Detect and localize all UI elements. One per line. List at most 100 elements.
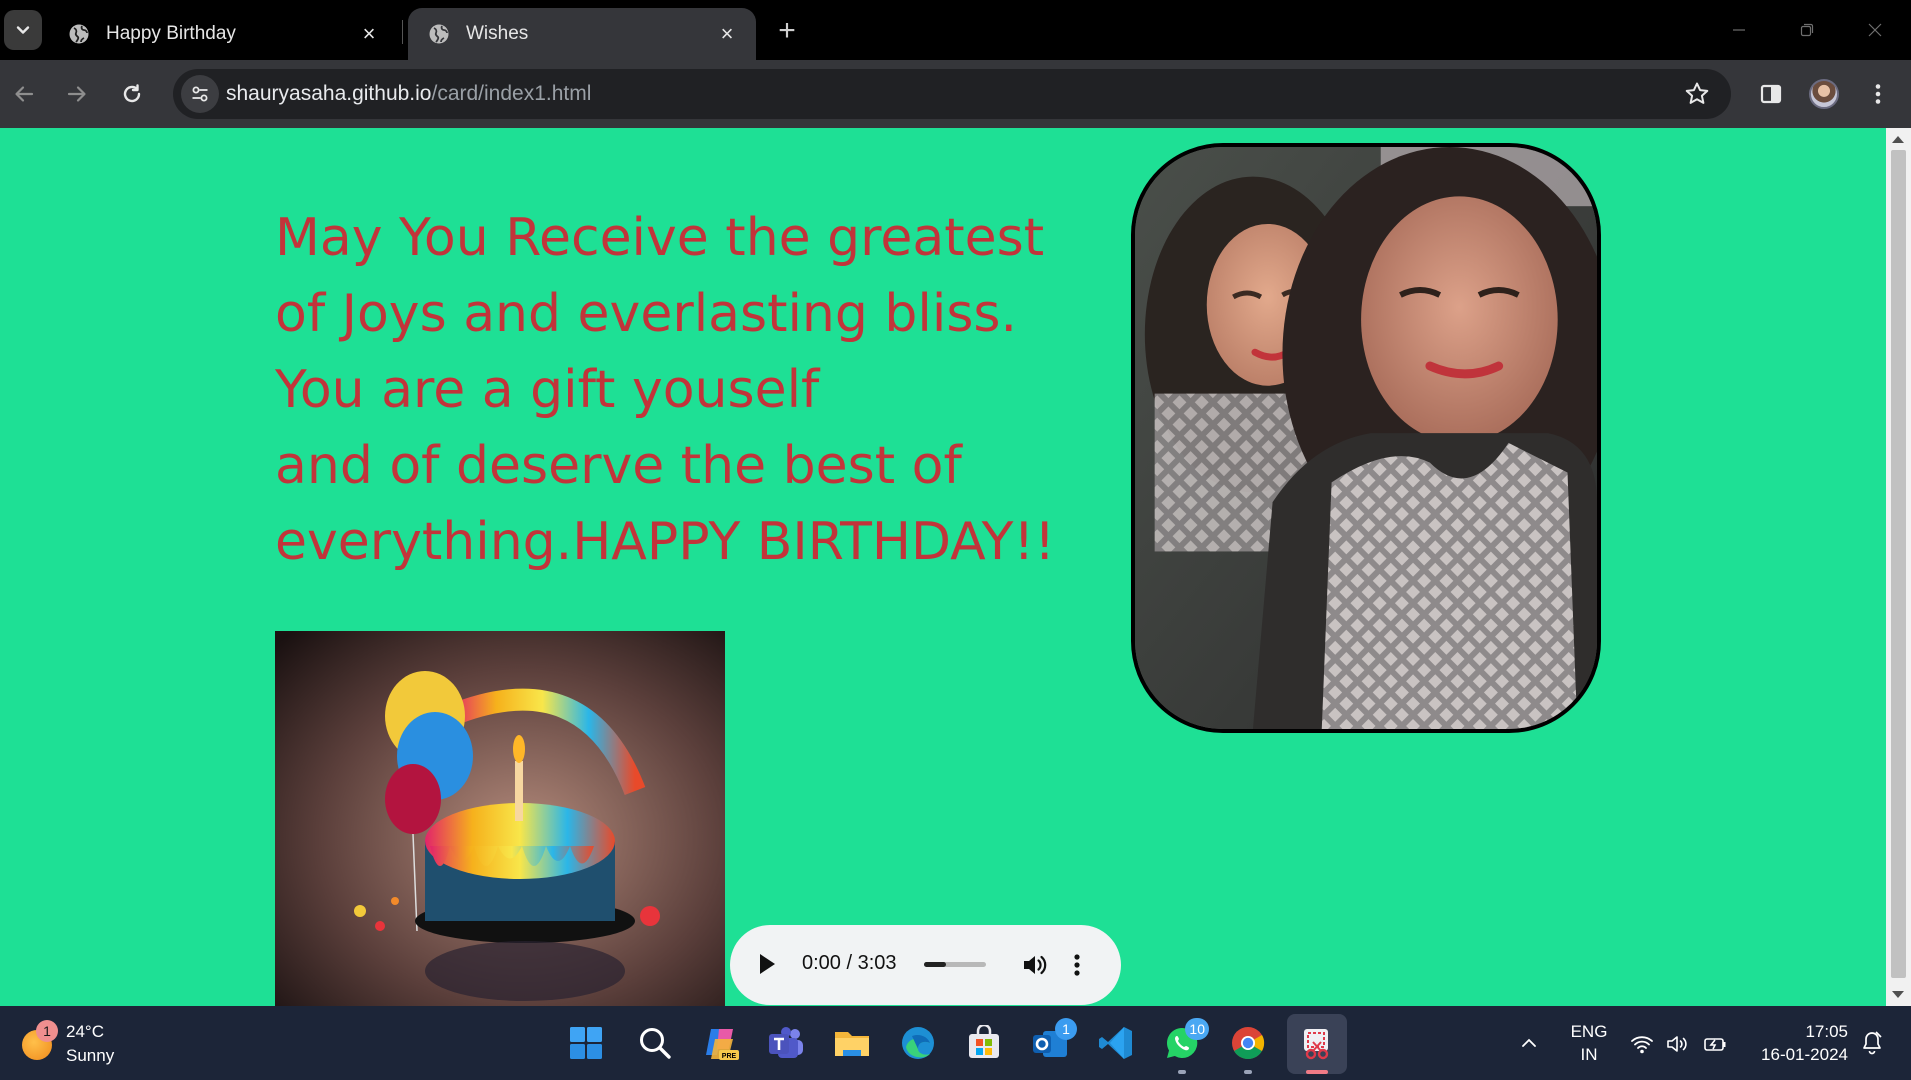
wish-line: and of deserve the best of	[275, 436, 962, 496]
audio-time: 0:00 / 3:03	[802, 952, 897, 974]
tab-separator	[402, 20, 403, 44]
copilot-button[interactable]: PRE	[700, 1022, 742, 1064]
file-explorer-icon	[835, 1032, 869, 1056]
start-button[interactable]	[565, 1022, 607, 1064]
search-button[interactable]	[634, 1022, 676, 1064]
whatsapp-button[interactable]: 10	[1161, 1018, 1209, 1074]
wish-line: You are a gift youself	[275, 360, 820, 420]
scroll-down-arrow-icon[interactable]	[1892, 991, 1904, 998]
arrow-left-icon	[15, 86, 34, 102]
teams-button[interactable]	[765, 1022, 807, 1064]
system-clock[interactable]: 17:05 16-01-2024	[1748, 1020, 1848, 1066]
page-viewport: May You Receive the greatest of Joys and…	[0, 128, 1886, 1006]
clock-time: 17:05	[1805, 1022, 1848, 1041]
speaker-icon[interactable]	[1665, 1032, 1689, 1056]
tab-happy-birthday[interactable]: Happy Birthday ×	[48, 8, 398, 60]
scrollbar-thumb[interactable]	[1891, 150, 1906, 978]
running-indicator	[1306, 1070, 1328, 1074]
address-bar[interactable]: shauryasaha.github.io/card/index1.html	[173, 69, 1731, 119]
store-button[interactable]	[963, 1022, 1005, 1064]
chevron-down-icon	[16, 26, 30, 34]
audio-seek-fill	[924, 962, 946, 967]
weather-condition: Sunny	[66, 1046, 115, 1065]
volume-icon[interactable]	[1020, 951, 1048, 979]
minimize-button[interactable]	[1707, 8, 1771, 52]
site-info-button[interactable]	[181, 75, 219, 113]
outlook-badge: 1	[1055, 1018, 1077, 1040]
language-line1: ENG	[1570, 1022, 1608, 1041]
tab-wishes[interactable]: Wishes ×	[408, 8, 756, 60]
whatsapp-badge: 10	[1185, 1018, 1209, 1040]
chrome-icon	[1232, 1027, 1265, 1060]
birthday-cake-image	[275, 631, 725, 1006]
vscode-icon	[1099, 1027, 1132, 1059]
tab-search-button[interactable]	[4, 10, 42, 50]
file-explorer-button[interactable]	[831, 1022, 873, 1064]
forward-button[interactable]	[57, 74, 97, 114]
url-host: shauryasaha.github.io	[226, 82, 432, 105]
page-scrollbar[interactable]	[1886, 128, 1911, 1006]
scroll-up-arrow-icon[interactable]	[1892, 136, 1904, 143]
reload-button[interactable]	[112, 74, 152, 114]
audio-player: 0:00 / 3:03	[730, 925, 1121, 1005]
url-text[interactable]: shauryasaha.github.io/card/index1.html	[226, 82, 591, 106]
edge-button[interactable]	[897, 1022, 939, 1064]
wish-line: May You Receive the greatest	[275, 208, 1045, 268]
url-path: /card/index1.html	[431, 82, 592, 105]
chrome-button[interactable]	[1227, 1022, 1269, 1074]
profile-button[interactable]	[1804, 74, 1844, 114]
close-tab-icon[interactable]: ×	[358, 21, 380, 46]
more-vertical-icon	[1875, 84, 1881, 104]
chevron-up-icon[interactable]	[1520, 1034, 1538, 1052]
side-panel-button[interactable]	[1751, 74, 1791, 114]
start-icon	[570, 1027, 602, 1059]
browser-toolbar: shauryasaha.github.io/card/index1.html	[0, 60, 1911, 128]
vscode-button[interactable]	[1095, 1022, 1137, 1064]
store-icon	[969, 1025, 999, 1058]
globe-icon	[69, 24, 89, 44]
close-tab-icon[interactable]: ×	[716, 21, 738, 46]
birthday-wish-text: May You Receive the greatest of Joys and…	[275, 200, 1095, 580]
weather-badge: 1	[36, 1020, 58, 1042]
close-window-button[interactable]	[1843, 8, 1907, 52]
globe-icon	[429, 24, 449, 44]
tab-label: Wishes	[466, 23, 529, 44]
bookmark-star-icon[interactable]	[1683, 80, 1711, 108]
back-button[interactable]	[4, 74, 44, 114]
restore-button[interactable]	[1775, 8, 1839, 52]
windows-taskbar: 1 24°C Sunny PRE 1 10 ENG IN 17:05 16-01…	[0, 1006, 1911, 1080]
avatar	[1809, 79, 1839, 109]
edge-icon	[902, 1027, 934, 1059]
tab-label: Happy Birthday	[106, 23, 236, 44]
language-indicator[interactable]: ENG IN	[1568, 1020, 1610, 1066]
wifi-icon[interactable]	[1630, 1032, 1654, 1056]
outlook-button[interactable]: 1	[1029, 1018, 1077, 1064]
screen: Happy Birthday × Wishes × + shauryasaha.…	[0, 0, 1911, 1080]
weather-widget[interactable]: 1 24°C Sunny	[20, 1018, 150, 1068]
svg-text:PRE: PRE	[722, 1053, 737, 1060]
minimize-icon	[1733, 29, 1745, 31]
notification-bell-icon[interactable]	[1860, 1030, 1884, 1056]
portrait-photo	[1131, 143, 1601, 733]
wish-line: everything.HAPPY BIRTHDAY!!	[275, 512, 1056, 572]
teams-icon	[769, 1027, 803, 1058]
running-indicator	[1178, 1070, 1186, 1074]
arrow-right-icon	[67, 86, 86, 102]
clock-date: 16-01-2024	[1761, 1045, 1848, 1064]
tab-strip: Happy Birthday × Wishes × +	[0, 0, 1911, 60]
weather-temp: 24°C	[66, 1022, 104, 1041]
tune-icon	[192, 86, 208, 102]
battery-icon[interactable]	[1703, 1032, 1727, 1056]
audio-seek-slider[interactable]	[924, 962, 986, 967]
more-options-icon[interactable]	[1072, 951, 1082, 979]
new-tab-button[interactable]: +	[772, 14, 802, 48]
snipping-tool-button[interactable]	[1296, 1022, 1338, 1074]
snipping-tool-icon	[1304, 1029, 1329, 1060]
wish-line: of Joys and everlasting bliss.	[275, 284, 1018, 344]
search-icon	[640, 1028, 671, 1059]
side-panel-icon	[1760, 84, 1782, 104]
close-icon	[1868, 23, 1882, 37]
play-icon[interactable]	[760, 954, 775, 974]
browser-menu-button[interactable]	[1858, 74, 1898, 114]
copilot-icon: PRE	[706, 1029, 739, 1060]
